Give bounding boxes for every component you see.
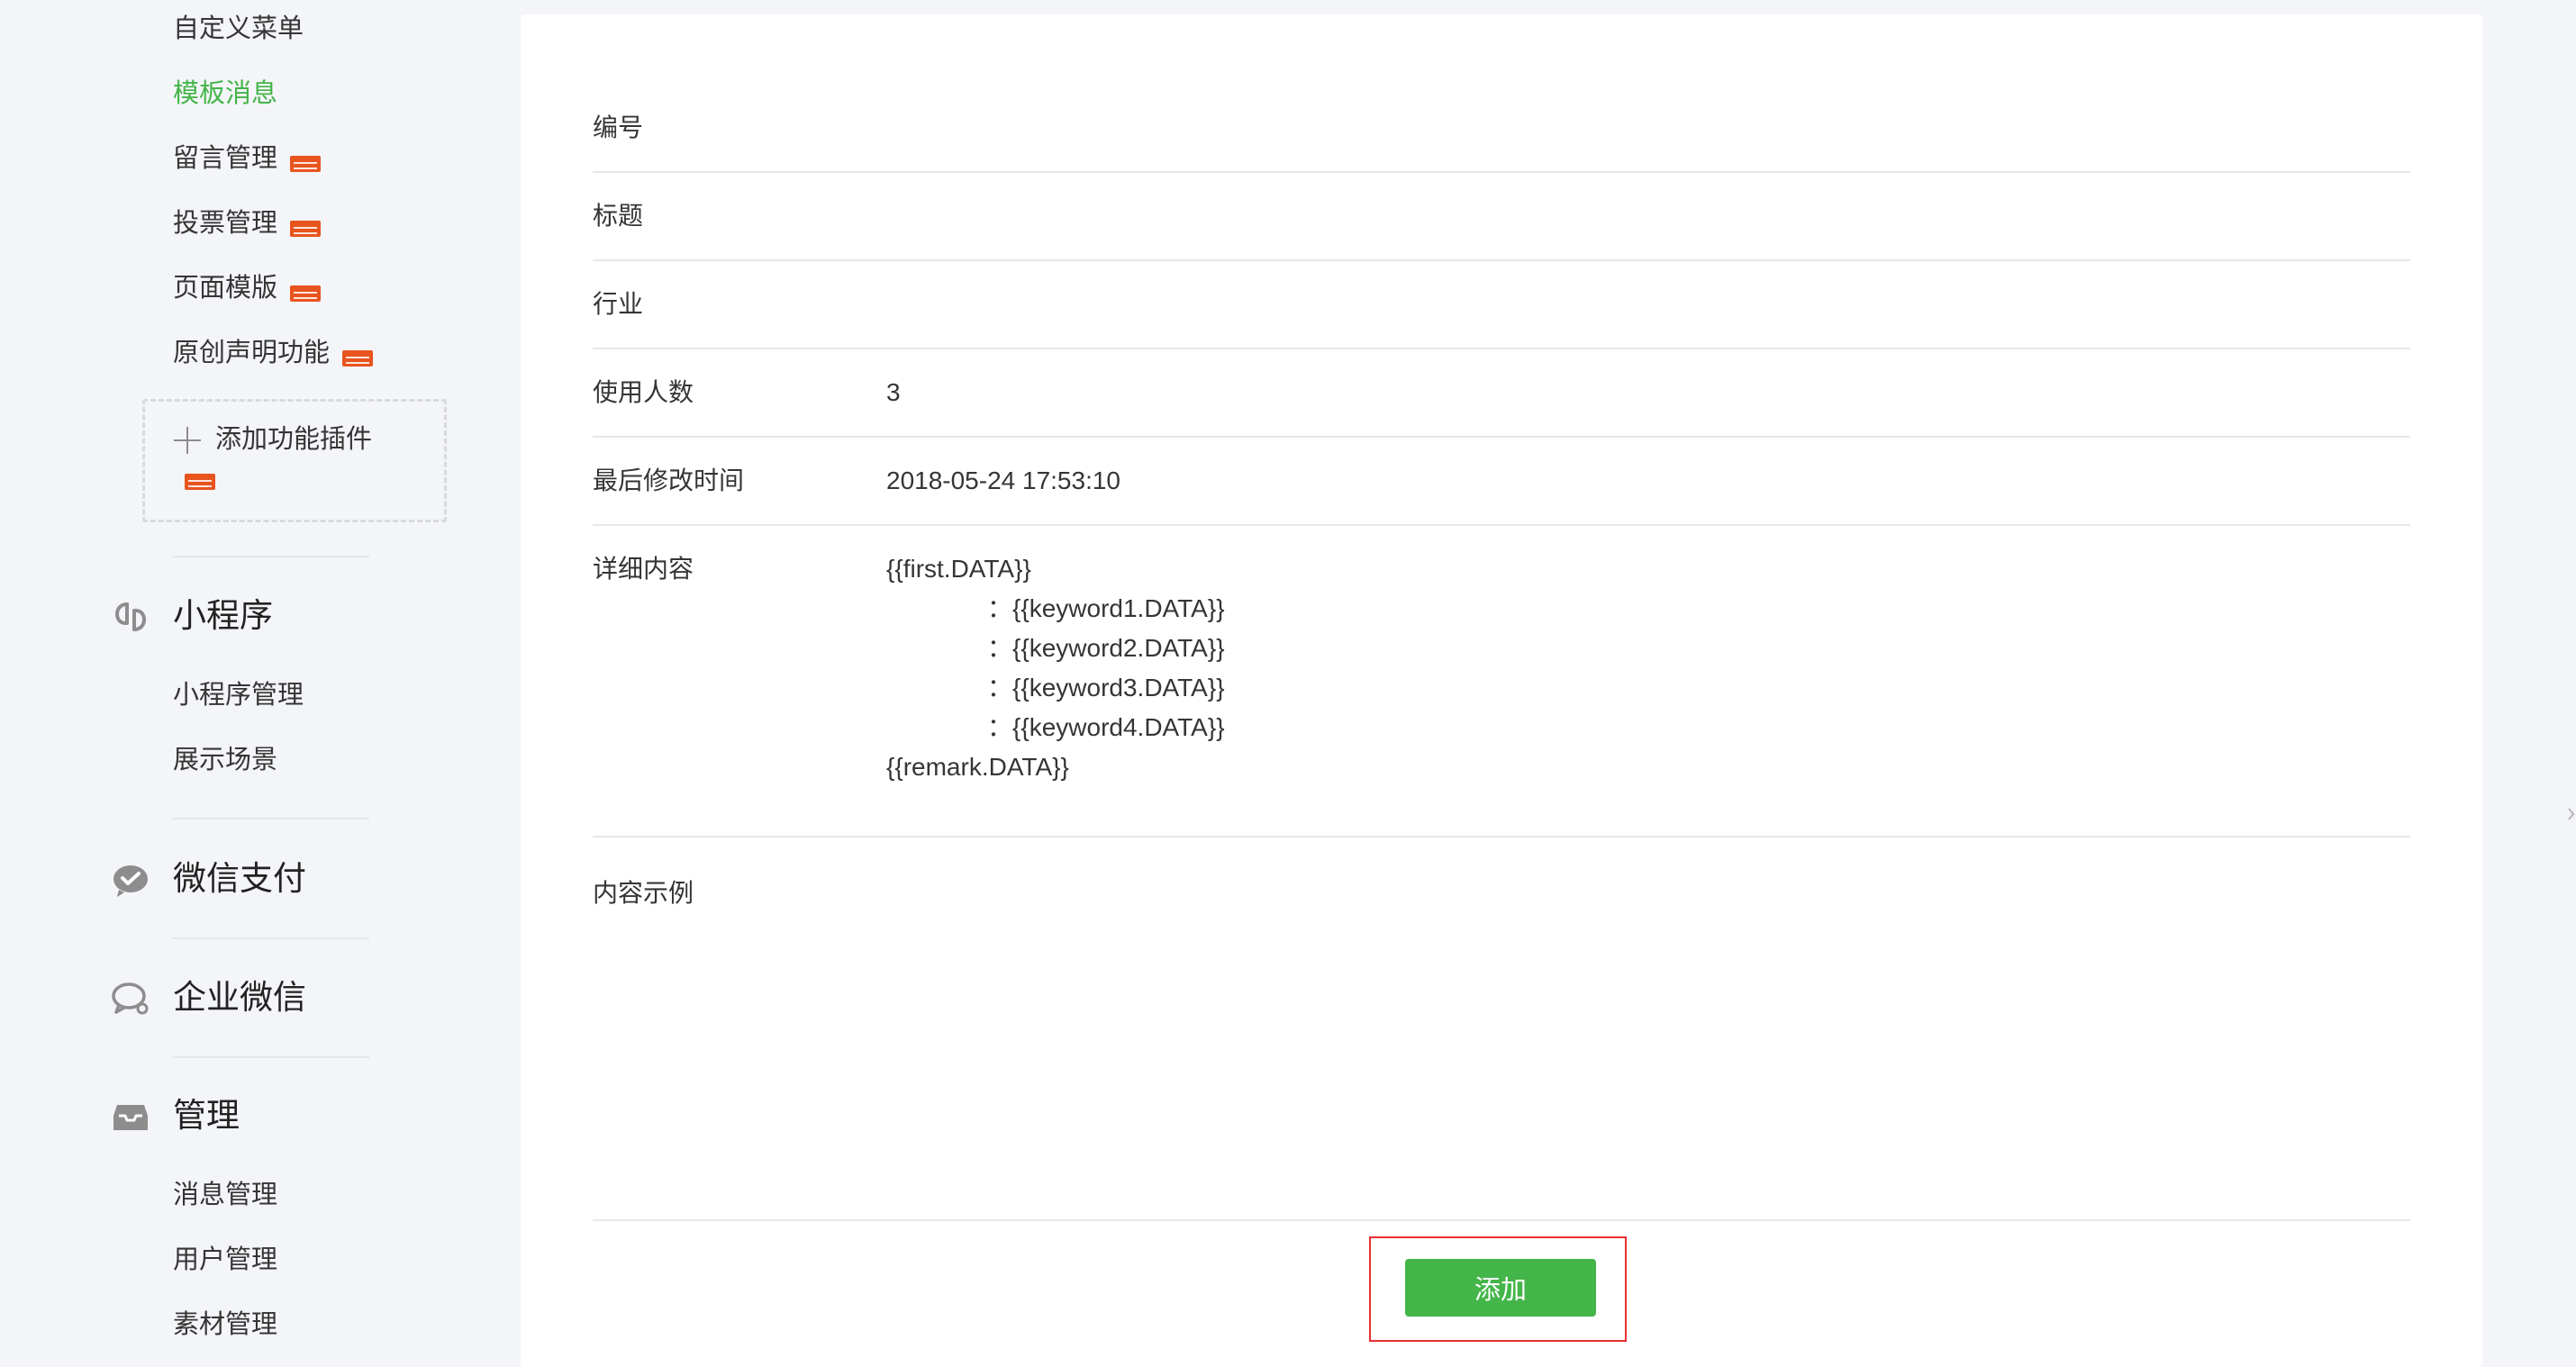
users-value: 3 [886,378,901,406]
new-badge-icon [342,350,374,367]
wechat-pay-icon [113,865,148,897]
detail-row-id: 编号 [593,104,2410,173]
content-line: ：{{keyword4.DATA}} [987,713,1225,741]
sidebar-item-label: 用户管理 [173,1245,278,1274]
sidebar-item-original-declaration[interactable]: 原创声明功能 [173,337,374,369]
sidebar-item-page-templates[interactable]: 页面模版 [173,272,322,304]
title-label: 标题 [593,202,644,230]
detail-row-example: 内容示例 [593,837,2410,1108]
detail-row-modified: 最后修改时间 2018-05-24 17:53:10 [593,438,2410,526]
modified-value: 2018-05-24 17:53:10 [886,466,1120,494]
sidebar-item-label: 投票管理 [173,209,278,238]
inbox-icon [113,1105,148,1130]
sidebar-item-label: 展示场景 [173,746,278,774]
detail-row-industry: 行业 [593,261,2410,349]
industry-label: 行业 [593,290,644,318]
sidebar-divider [173,937,369,939]
detail-row-content: 详细内容 {{first.DATA}} ：{{keyword1.DATA}} ：… [593,526,2410,837]
sidebar-item-label: 原创声明功能 [173,339,331,367]
new-badge-icon [290,221,322,237]
users-label: 使用人数 [593,378,694,406]
sidebar-item-votes[interactable]: 投票管理 [173,207,322,240]
sidebar-item-label: 自定义菜单 [173,14,304,43]
new-badge-icon [290,156,322,172]
sidebar-item-label: 模板消息 [173,79,278,108]
sidebar-group-mini-program[interactable]: 小程序 [173,596,273,636]
modified-label: 最后修改时间 [593,466,745,494]
sidebar-item-label: 素材管理 [173,1310,278,1339]
sidebar-item-material-manage[interactable]: 素材管理 [173,1308,277,1341]
content-line: {{first.DATA}} [886,555,1031,583]
sidebar-divider [173,556,369,557]
new-badge-icon [185,474,215,490]
plus-icon [174,427,201,454]
sidebar-item-message-manage[interactable]: 消息管理 [173,1179,277,1211]
detail-row-title: 标题 [593,173,2410,261]
sidebar-item-user-manage[interactable]: 用户管理 [173,1244,277,1276]
add-plugin-button[interactable]: 添加功能插件 [142,399,447,522]
add-button[interactable]: 添加 [1405,1259,1596,1317]
content-template: {{first.DATA}} ：{{keyword1.DATA}} ：{{key… [886,549,1225,787]
chat-bubble-icon [112,982,149,1015]
sidebar-item-label: 页面模版 [173,274,278,303]
template-detail-panel: 编号 标题 行业 使用人数 3 最后修改时间 2018-05-24 17:53:… [521,14,2482,1367]
sidebar-divider [173,1056,369,1058]
content-label: 详细内容 [593,555,694,583]
sidebar-group-manage[interactable]: 管理 [173,1096,240,1136]
example-label: 内容示例 [593,879,694,907]
sidebar: 自定义菜单 模板消息 留言管理 投票管理 页面模版 原创声明功能 添加功能插件 … [0,0,504,1367]
sidebar-group-enterprise-wechat[interactable]: 企业微信 [173,978,306,1018]
sidebar-item-template-message[interactable]: 模板消息 [173,77,277,110]
chevron-right-icon [2568,808,2575,820]
content-line: ：{{keyword1.DATA}} [987,594,1225,622]
sidebar-item-display-scenes[interactable]: 展示场景 [173,744,277,776]
add-plugin-label: 添加功能插件 [215,425,373,454]
detail-row-users: 使用人数 3 [593,349,2410,438]
sidebar-item-mini-program-manage[interactable]: 小程序管理 [173,679,304,711]
sidebar-item-label: 留言管理 [173,144,278,173]
content-line: {{remark.DATA}} [886,753,1069,781]
new-badge-icon [290,285,322,302]
sidebar-item-custom-menu[interactable]: 自定义菜单 [173,13,304,45]
id-label: 编号 [593,113,644,141]
sidebar-item-label: 小程序管理 [173,681,304,710]
link-icon [114,602,147,631]
sidebar-divider [173,818,369,819]
content-line: ：{{keyword3.DATA}} [987,674,1225,702]
content-line: ：{{keyword2.DATA}} [987,634,1225,662]
footer-divider [593,1219,2410,1221]
sidebar-item-comments[interactable]: 留言管理 [173,142,322,175]
sidebar-group-wechat-pay[interactable]: 微信支付 [173,859,306,899]
sidebar-item-label: 消息管理 [173,1181,278,1209]
